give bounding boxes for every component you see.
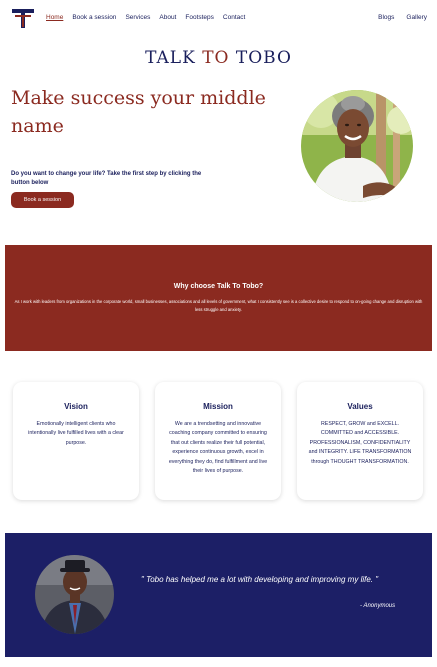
testimonial-section: " Tobo has helped me a lot with developi… xyxy=(5,533,432,657)
why-text: As I work with leaders from organization… xyxy=(14,299,423,312)
testimonial-author: - Anonymous xyxy=(360,603,396,609)
values-text: RESPECT, GROW and EXCELL. COMMITTED and … xyxy=(308,421,412,465)
nav-right-links: Blogs Gallery xyxy=(378,14,427,21)
vision-title: Vision xyxy=(64,402,88,411)
hero-title: Make success your middle name xyxy=(11,87,266,137)
why-title: Why choose Talk To Tobo? xyxy=(173,283,264,290)
navbar: Home Book a session Services About Foots… xyxy=(0,0,437,36)
vision-text: Emotionally intelligent clients who inte… xyxy=(28,421,124,446)
book-session-button[interactable]: Book a session xyxy=(11,192,74,208)
values-card: Values RESPECT, GROW and EXCELL. COMMITT… xyxy=(297,382,423,500)
testimonial-avatar xyxy=(35,555,114,634)
nav-link-home[interactable]: Home xyxy=(46,14,63,21)
logo-icon[interactable] xyxy=(11,7,35,29)
brand-part-talk: TALK xyxy=(145,48,203,68)
mission-text: We are a trendsetting and innovative coa… xyxy=(168,421,268,475)
hero-text: Do you want to change your life? Take th… xyxy=(11,171,202,186)
nav-link-about[interactable]: About xyxy=(159,14,176,21)
mission-title: Mission xyxy=(203,402,233,411)
brand-part-to: TO xyxy=(202,48,230,68)
nav-link-footsteps[interactable]: Footsteps xyxy=(185,14,214,21)
mission-card: Mission We are a trendsetting and innova… xyxy=(155,382,281,500)
values-title: Values xyxy=(347,402,373,411)
vision-card: Vision Emotionally intelligent clients w… xyxy=(13,382,139,500)
testimonial-quote: " Tobo has helped me a lot with developi… xyxy=(141,575,379,584)
nav-links: Home Book a session Services About Foots… xyxy=(46,14,245,21)
cards-row: Vision Emotionally intelligent clients w… xyxy=(13,382,423,500)
nav-link-blogs[interactable]: Blogs xyxy=(378,14,394,21)
nav-link-services[interactable]: Services xyxy=(125,14,150,21)
nav-link-gallery[interactable]: Gallery xyxy=(406,14,427,21)
brand-title: TALK TO TOBO xyxy=(0,48,437,68)
nav-link-book-a-session[interactable]: Book a session xyxy=(72,14,116,21)
brand-part-tobo: TOBO xyxy=(229,48,292,68)
hero-photo xyxy=(301,90,413,202)
why-section: Why choose Talk To Tobo? As I work with … xyxy=(5,245,432,351)
nav-link-contact[interactable]: Contact xyxy=(223,14,245,21)
